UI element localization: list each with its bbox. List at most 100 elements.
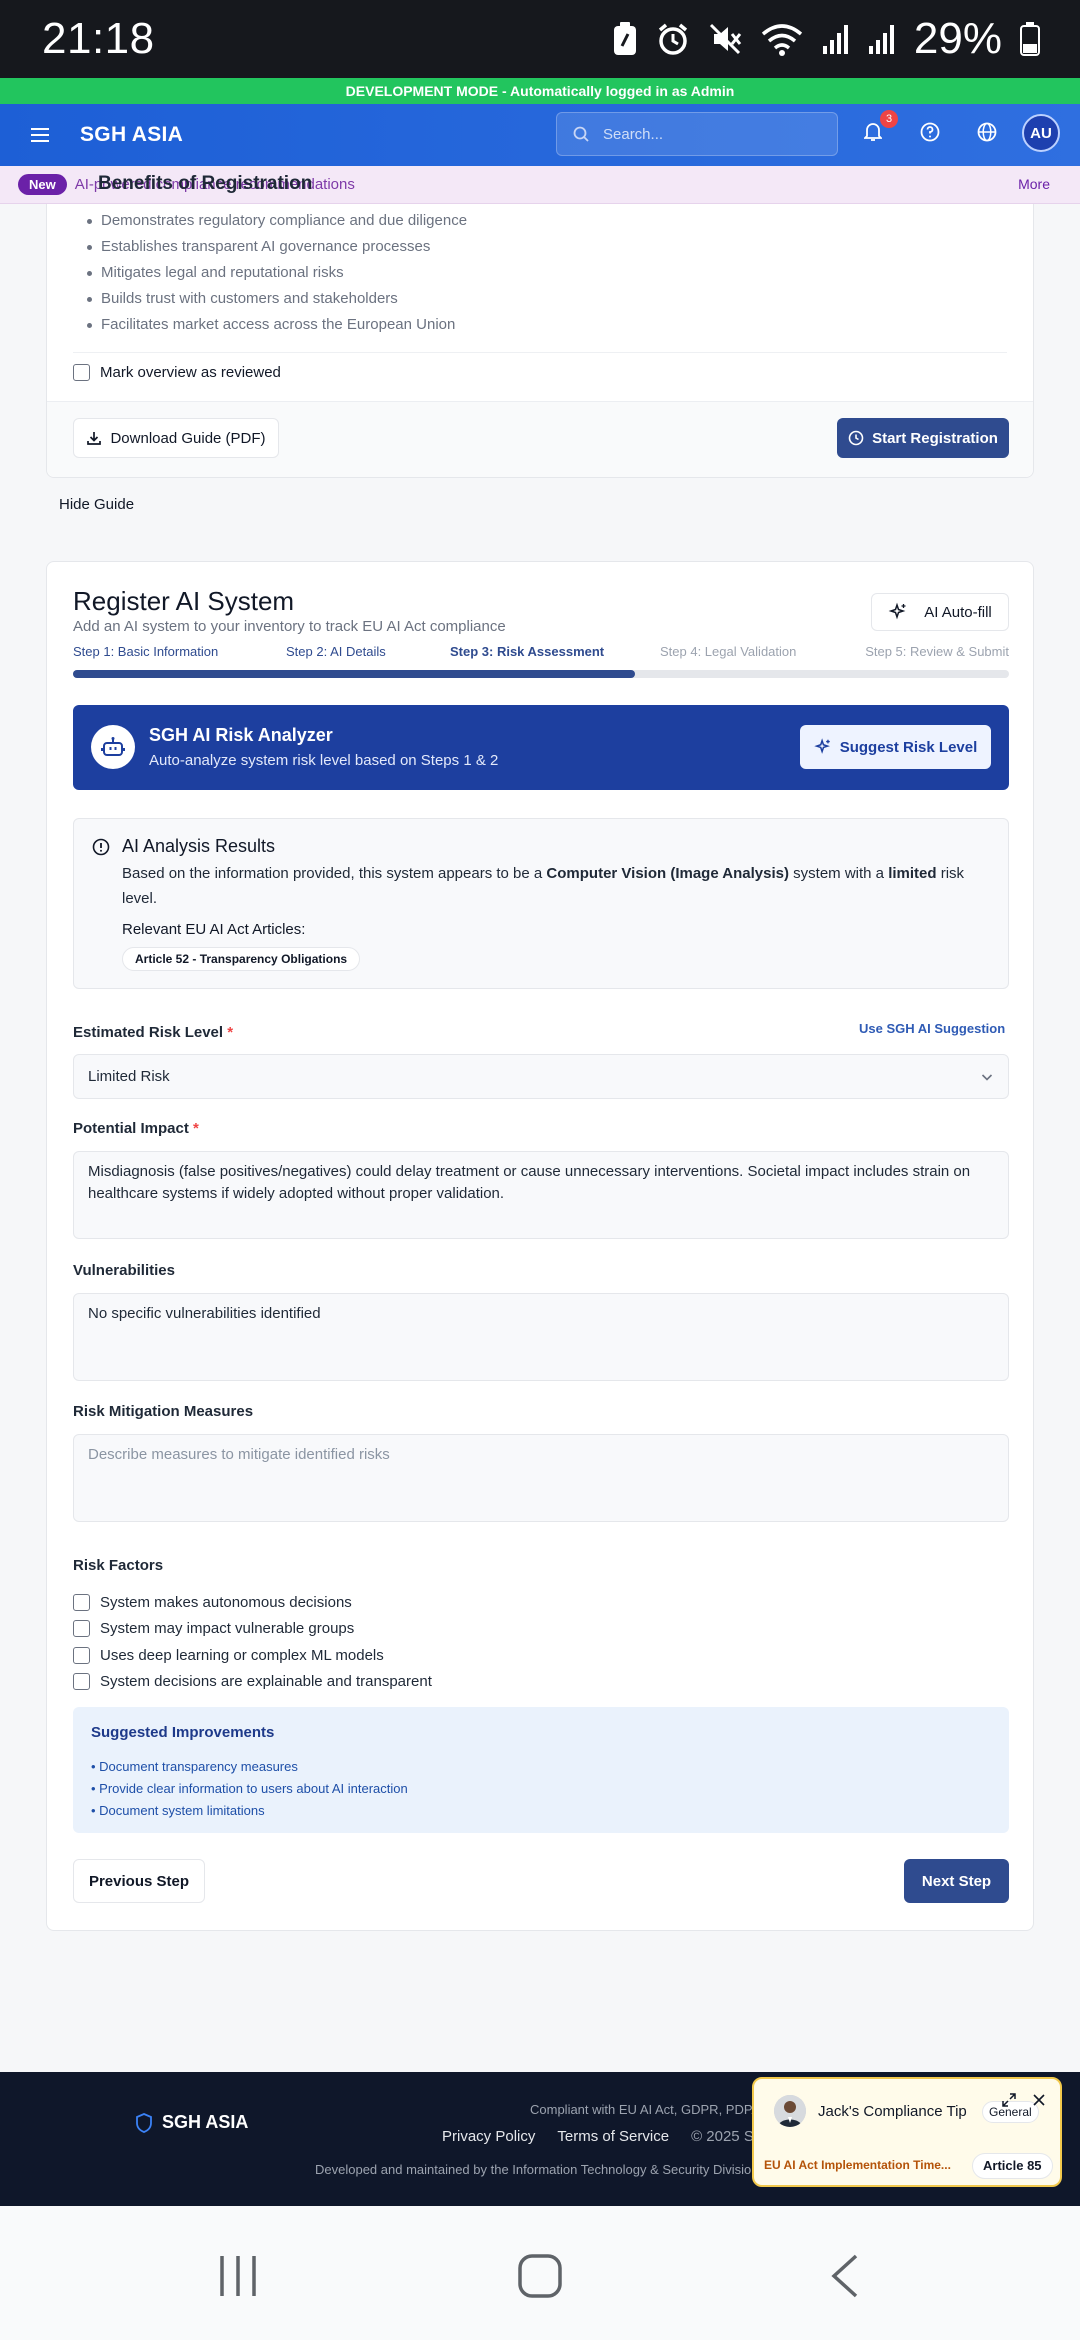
search-icon <box>573 126 589 142</box>
battery-percent: 29% <box>913 14 1002 63</box>
risk-factor-label: System makes autonomous decisions <box>100 1593 352 1611</box>
list-item: Mitigates legal and reputational risks <box>87 260 467 286</box>
status-time: 21:18 <box>42 14 155 63</box>
mark-reviewed-label: Mark overview as reviewed <box>100 364 281 381</box>
compliance-tip-popup[interactable]: Jack's Compliance Tip General EU AI Act … <box>752 2077 1062 2187</box>
terms-link[interactable]: Terms of Service <box>557 2128 669 2145</box>
suggest-risk-level-label: Suggest Risk Level <box>839 738 978 756</box>
status-bar: 21:18 29% <box>0 0 1080 78</box>
ai-autofill-button[interactable]: AI Auto-fill <box>871 593 1009 631</box>
vulnerabilities-textarea[interactable]: No specific vulnerabilities identified <box>73 1293 1009 1381</box>
chevron-down-icon <box>981 1073 993 1081</box>
start-registration-button[interactable]: Start Registration <box>837 418 1009 458</box>
brand-name[interactable]: SGH ASIA <box>80 123 183 147</box>
risk-factors-label: Risk Factors <box>73 1557 164 1574</box>
divider <box>73 352 1007 353</box>
privacy-policy-link[interactable]: Privacy Policy <box>442 2128 535 2145</box>
notification-bell-icon[interactable] <box>864 122 882 142</box>
potential-impact-textarea[interactable]: Misdiagnosis (false positives/negatives)… <box>73 1151 1009 1239</box>
hide-guide-link[interactable]: Hide Guide <box>59 496 134 513</box>
step-1[interactable]: Step 1: Basic Information <box>73 644 218 659</box>
download-guide-button[interactable]: Download Guide (PDF) <box>73 418 279 458</box>
sparkles-icon <box>888 602 906 620</box>
signal-icon <box>822 25 848 54</box>
risk-level-label-text: Estimated Risk Level <box>73 1024 224 1041</box>
risk-word: limited <box>888 865 937 882</box>
expand-icon[interactable] <box>1002 2093 1016 2107</box>
top-navigation: SGH ASIA Search... <box>0 104 1080 166</box>
step-3[interactable]: Step 3: Risk Assessment <box>450 644 604 659</box>
battery-saver-icon <box>613 22 636 55</box>
checkbox-box[interactable] <box>73 1620 90 1638</box>
checkbox-box[interactable] <box>73 364 90 381</box>
next-step-button[interactable]: Next Step <box>904 1859 1009 1903</box>
back-icon[interactable] <box>830 2254 860 2298</box>
previous-step-button[interactable]: Previous Step <box>73 1859 205 1903</box>
list-item: Establishes transparent AI governance pr… <box>87 234 467 260</box>
mark-reviewed-checkbox[interactable]: Mark overview as reviewed <box>73 364 281 381</box>
footer-brand: SGH ASIA <box>162 2112 249 2132</box>
relevant-articles-label: Relevant EU AI Act Articles: <box>122 921 306 938</box>
recent-apps-icon[interactable] <box>216 2254 260 2298</box>
user-avatar[interactable]: AU <box>1022 114 1060 152</box>
download-guide-label: Download Guide (PDF) <box>110 429 266 447</box>
ai-analysis-results: AI Analysis Results Based on the informa… <box>73 818 1009 989</box>
risk-factor-checkbox[interactable]: System may impact vulnerable groups <box>73 1616 432 1643</box>
suggest-risk-level-button[interactable]: Suggest Risk Level <box>800 725 991 769</box>
risk-analyzer-panel: SGH AI Risk Analyzer Auto-analyze system… <box>73 705 1009 790</box>
help-icon[interactable] <box>920 122 940 142</box>
step-4: Step 4: Legal Validation <box>660 644 797 659</box>
checkbox-box[interactable] <box>73 1593 90 1611</box>
tip-headline[interactable]: EU AI Act Implementation Time... <box>764 2158 951 2172</box>
avatar <box>774 2095 806 2127</box>
list-item: Facilitates market access across the Eur… <box>87 312 467 338</box>
risk-level-select[interactable]: Limited Risk <box>73 1054 1009 1099</box>
risk-level-value: Limited Risk <box>88 1068 170 1085</box>
home-icon[interactable] <box>518 2254 562 2298</box>
risk-factor-checkbox[interactable]: System makes autonomous decisions <box>73 1589 432 1616</box>
battery-icon <box>1020 22 1040 56</box>
hamburger-menu-icon[interactable] <box>26 128 54 142</box>
risk-factor-label: Uses deep learning or complex ML models <box>100 1646 384 1664</box>
list-item: • Document system limitations <box>91 1803 265 1818</box>
use-ai-suggestion-link[interactable]: Use SGH AI Suggestion <box>859 1021 1005 1036</box>
risk-factor-label: System decisions are explainable and tra… <box>100 1673 432 1691</box>
results-text-middle: system with a <box>788 865 889 882</box>
list-item: Demonstrates regulatory compliance and d… <box>87 208 467 234</box>
list-item: • Provide clear information to users abo… <box>91 1781 408 1796</box>
search-input[interactable]: Search... <box>556 112 838 156</box>
footer-logo: SGH ASIA <box>136 2112 248 2133</box>
dev-mode-banner: DEVELOPMENT MODE - Automatically logged … <box>0 78 1080 104</box>
risk-factor-checkbox[interactable]: Uses deep learning or complex ML models <box>73 1642 432 1669</box>
close-icon[interactable] <box>1032 2093 1046 2107</box>
checkbox-box[interactable] <box>73 1673 90 1691</box>
benefits-heading: Benefits of Registration <box>98 173 313 194</box>
required-mark: * <box>227 1024 234 1041</box>
mitigation-textarea[interactable]: Describe measures to mitigate identified… <box>73 1434 1009 1522</box>
robot-icon <box>91 725 135 769</box>
page-subtitle: Add an AI system to your inventory to tr… <box>73 618 506 635</box>
risk-factor-checkbox[interactable]: System decisions are explainable and tra… <box>73 1669 432 1696</box>
globe-icon[interactable] <box>977 122 997 142</box>
list-item: Builds trust with customers and stakehol… <box>87 286 467 312</box>
announcement-more-link[interactable]: More <box>1018 176 1050 192</box>
article-chip: Article 52 - Transparency Obligations <box>122 947 361 971</box>
step-2[interactable]: Step 2: AI Details <box>286 644 386 659</box>
risk-level-label: Estimated Risk Level * <box>73 1024 233 1041</box>
new-badge: New <box>18 174 67 195</box>
start-registration-label: Start Registration <box>872 429 998 447</box>
footer-links: Privacy Policy Terms of Service © 2025 S <box>442 2128 754 2145</box>
risk-factors-list: System makes autonomous decisions System… <box>73 1589 432 1695</box>
status-icons: 29% <box>612 14 1040 64</box>
potential-impact-label-text: Potential Impact <box>73 1120 189 1137</box>
checkbox-box[interactable] <box>73 1646 90 1664</box>
signal-icon-2 <box>868 25 894 54</box>
registration-guide-card: Demonstrates regulatory compliance and d… <box>46 204 1034 478</box>
mitigation-label: Risk Mitigation Measures <box>73 1403 254 1420</box>
potential-impact-label: Potential Impact * <box>73 1120 199 1137</box>
vulnerabilities-label: Vulnerabilities <box>73 1262 175 1279</box>
compliance-text: Compliant with EU AI Act, GDPR, PDPA <box>530 2102 761 2117</box>
progress-fill <box>73 670 635 678</box>
results-heading: AI Analysis Results <box>122 836 276 856</box>
tip-article-badge: Article 85 <box>972 2153 1053 2179</box>
